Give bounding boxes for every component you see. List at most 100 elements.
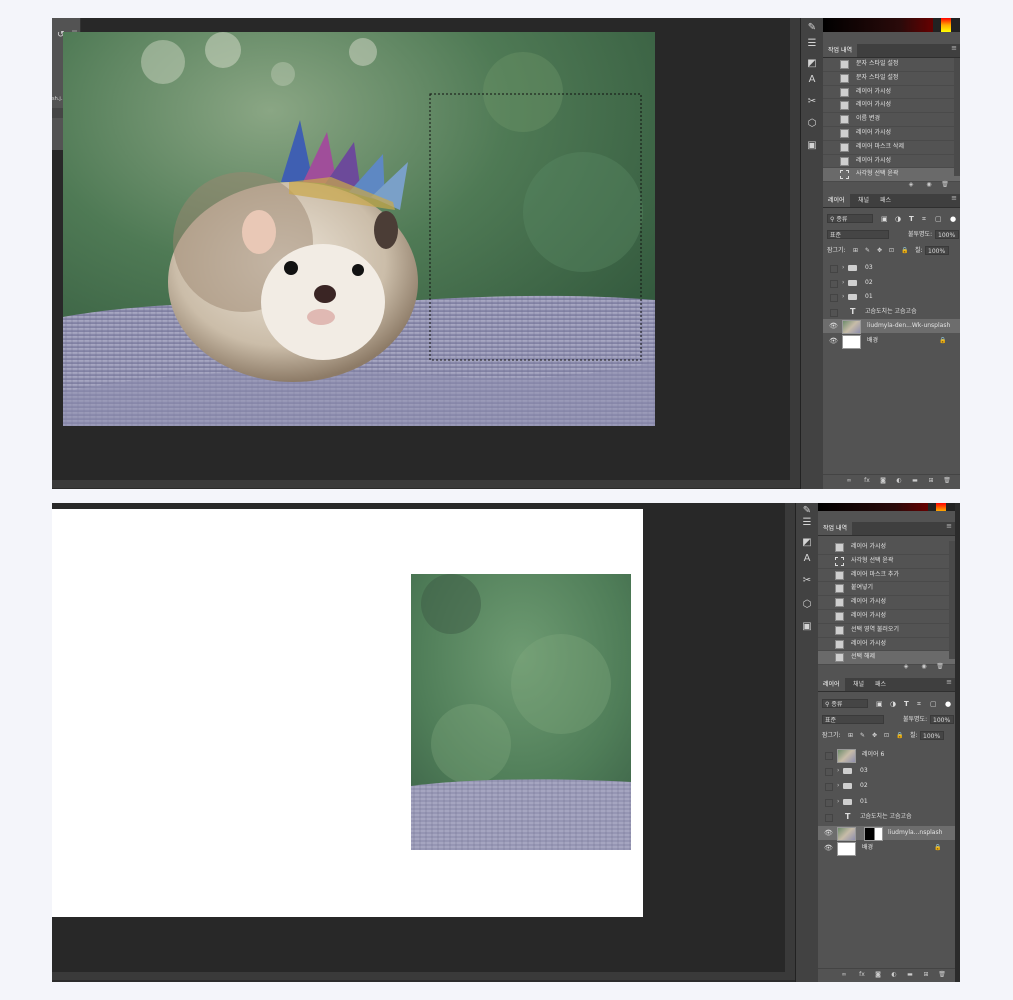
canvas-horizontal-scrollbar[interactable] [52, 972, 795, 980]
info-icon[interactable]: ▣ [799, 619, 815, 635]
history-item[interactable]: 레이어 가시성 [818, 638, 955, 652]
tab-history[interactable]: 작업 내역 [818, 522, 852, 535]
history-item[interactable]: 사각형 선택 윤곽 [818, 555, 955, 569]
hue-slider[interactable] [941, 18, 951, 32]
layer-row[interactable]: T 고슴도치는 고슴고슴 [818, 810, 955, 824]
filter-shape-icon[interactable]: ⌗ [922, 212, 926, 226]
history-item[interactable]: 레이어 마스크 삭제 [823, 141, 960, 155]
snapshot-icon[interactable]: ◉ [925, 181, 933, 189]
layer-row[interactable]: 👁 liudmyla...nsplash [818, 825, 955, 841]
canvas-vertical-scrollbar[interactable] [785, 503, 795, 972]
filter-toggle-icon[interactable]: ● [945, 697, 951, 711]
history-item[interactable]: 레이어 마스크 추가 [818, 569, 955, 583]
layer-row[interactable]: 👁 liudmyla-den...Wk-unsplash [823, 319, 960, 334]
filter-smart-icon[interactable]: ▢ [930, 697, 937, 711]
filter-image-icon[interactable]: ▣ [876, 697, 883, 711]
delete-layer-icon[interactable]: 🗑 [938, 971, 946, 979]
chevron-right-icon[interactable]: › [842, 276, 844, 290]
mask-icon[interactable]: ◙ [874, 971, 882, 979]
opacity-input[interactable]: 100% [930, 715, 954, 724]
chevron-right-icon[interactable]: › [837, 764, 839, 778]
filter-toggle-icon[interactable]: ● [950, 212, 956, 226]
history-item[interactable]: 레이어 가시성 [818, 610, 955, 624]
history-item[interactable]: 레이어 가시성 [823, 155, 960, 169]
tab-layers[interactable]: 레이어 [818, 678, 845, 691]
adjustment-layer-icon[interactable]: ◐ [890, 971, 898, 979]
lock-image-icon[interactable]: ✎ [860, 729, 865, 743]
cube-icon[interactable]: ⬡ [799, 597, 815, 613]
visibility-toggle[interactable] [825, 814, 833, 822]
layer-row[interactable]: 레이어 6 [818, 748, 955, 763]
lock-image-icon[interactable]: ✎ [865, 244, 870, 258]
layer-row[interactable]: › 01 [823, 290, 960, 304]
filter-text-icon[interactable]: T [909, 212, 914, 226]
snapshot-icon[interactable]: ◉ [920, 663, 928, 671]
history-scrollbar[interactable] [954, 58, 960, 176]
adjust-icon[interactable]: ☰ [799, 515, 815, 531]
history-item[interactable]: 문자 스타일 설정 [823, 72, 960, 86]
visibility-toggle[interactable] [825, 752, 833, 760]
history-item[interactable]: 붙여넣기 [818, 582, 955, 597]
eye-icon[interactable]: 👁 [824, 841, 833, 855]
fill-input[interactable]: 100% [925, 246, 949, 255]
filter-image-icon[interactable]: ▣ [881, 212, 888, 226]
fill-input[interactable]: 100% [920, 731, 944, 740]
cube-icon[interactable]: ⬡ [804, 116, 820, 132]
filter-shape-icon[interactable]: ⌗ [917, 697, 921, 711]
canvas-horizontal-scrollbar[interactable] [52, 480, 800, 488]
blend-mode-select[interactable]: 표준 [827, 230, 889, 239]
panel-menu-icon[interactable]: ≡ [951, 194, 957, 202]
document-canvas[interactable] [63, 32, 655, 426]
new-layer-icon[interactable]: ⊞ [927, 477, 935, 485]
history-item[interactable]: 이름 변경 [823, 113, 960, 127]
chevron-right-icon[interactable]: › [837, 795, 839, 809]
history-item[interactable]: 문자 스타일 설정 [823, 58, 960, 72]
chevron-right-icon[interactable]: › [837, 779, 839, 793]
fx-icon[interactable]: fx [863, 477, 871, 485]
clone-icon[interactable]: ◩ [804, 56, 820, 72]
eye-icon[interactable]: 👁 [829, 334, 838, 348]
chevron-right-icon[interactable]: › [842, 261, 844, 275]
character-icon[interactable]: A [799, 551, 815, 567]
lock-transparent-icon[interactable]: ⊞ [848, 729, 853, 743]
scissor-icon[interactable]: ✂ [804, 94, 820, 110]
visibility-toggle[interactable] [830, 294, 838, 302]
eye-icon[interactable]: 👁 [824, 826, 833, 840]
new-layer-icon[interactable]: ⊞ [922, 971, 930, 979]
new-document-from-state-icon[interactable]: ◈ [907, 181, 915, 189]
layer-row[interactable]: › 02 [823, 276, 960, 290]
scissor-icon[interactable]: ✂ [799, 573, 815, 589]
layer-row[interactable]: 👁 🔒 배경 [818, 841, 955, 856]
link-icon[interactable]: ∞ [840, 971, 848, 979]
lock-all-icon[interactable]: 🔒 [901, 244, 908, 258]
filter-text-icon[interactable]: T [904, 697, 909, 711]
delete-layer-icon[interactable]: 🗑 [943, 477, 951, 485]
new-group-icon[interactable]: ▬ [911, 477, 919, 485]
new-document-from-state-icon[interactable]: ◈ [902, 663, 910, 671]
visibility-toggle[interactable] [830, 279, 838, 288]
new-group-icon[interactable]: ▬ [906, 971, 914, 979]
character-icon[interactable]: A [804, 72, 820, 88]
document-canvas[interactable] [52, 509, 643, 917]
visibility-toggle[interactable] [825, 798, 833, 807]
trash-icon[interactable]: 🗑 [936, 663, 944, 671]
layer-row[interactable]: T 고슴도치는 고슴고슴 [823, 305, 960, 319]
color-picker[interactable] [823, 18, 960, 32]
history-item[interactable]: 레이어 가시성 [823, 99, 960, 114]
filter-adjust-icon[interactable]: ◑ [895, 212, 901, 226]
link-icon[interactable]: ∞ [845, 477, 853, 485]
hue-slider[interactable] [936, 503, 946, 511]
lock-transparent-icon[interactable]: ⊞ [853, 244, 858, 258]
tab-layers[interactable]: 레이어 [823, 194, 850, 207]
canvas-vertical-scrollbar[interactable] [790, 18, 800, 480]
color-picker[interactable] [818, 503, 955, 511]
info-icon[interactable]: ▣ [804, 138, 820, 154]
layer-filter-select[interactable]: ⚲ 종류 [827, 214, 873, 223]
layer-row[interactable]: › 03 [823, 261, 960, 275]
lock-all-icon[interactable]: 🔒 [896, 729, 903, 743]
tab-channels[interactable]: 채널 [848, 678, 869, 691]
tab-history[interactable]: 작업 내역 [823, 44, 857, 57]
blend-mode-select[interactable]: 표준 [822, 715, 884, 724]
lock-artboard-icon[interactable]: ⊡ [884, 729, 889, 743]
clone-icon[interactable]: ◩ [799, 535, 815, 551]
